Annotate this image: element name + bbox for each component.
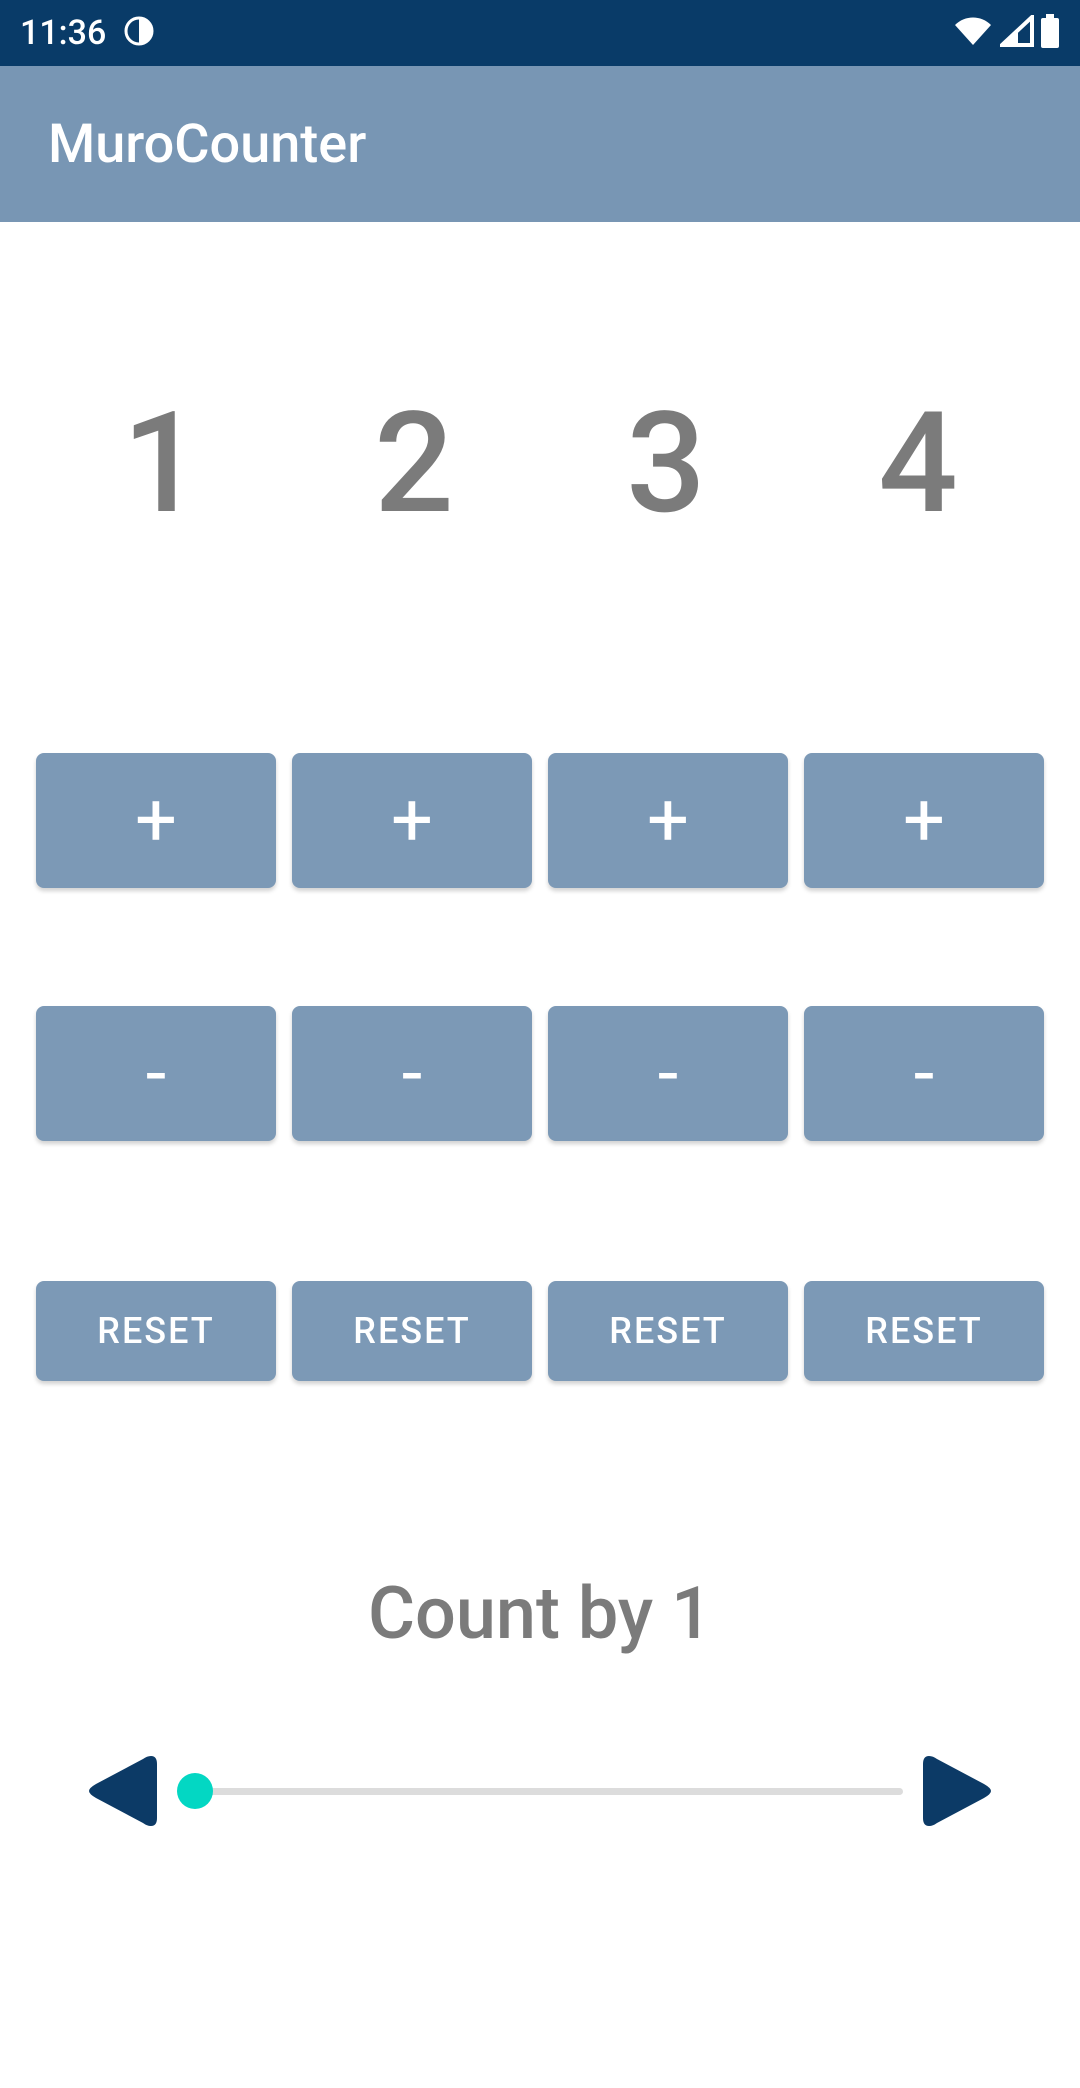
counter-value-3: 3 <box>540 382 792 546</box>
reset-button-1[interactable]: RESET <box>36 1281 276 1381</box>
plus-button-3[interactable]: + <box>548 753 788 888</box>
reset-button-3[interactable]: RESET <box>548 1281 788 1381</box>
reset-button-4[interactable]: RESET <box>804 1281 1044 1381</box>
status-time: 11:36 <box>20 13 106 53</box>
cell-signal-icon <box>1000 15 1034 51</box>
minus-row: - - - - <box>36 1006 1044 1141</box>
slider-decrease-button[interactable] <box>81 1746 161 1836</box>
minus-button-3[interactable]: - <box>548 1006 788 1141</box>
plus-row: + + + + <box>36 753 1044 888</box>
minus-button-2[interactable]: - <box>292 1006 532 1141</box>
reset-button-2[interactable]: RESET <box>292 1281 532 1381</box>
count-by-slider-row <box>36 1746 1044 1836</box>
status-bar: 11:36 <box>0 0 1080 66</box>
slider-track-line <box>177 1788 903 1795</box>
triangle-left-icon <box>81 1746 161 1836</box>
app-bar: MuroCounter <box>0 66 1080 222</box>
triangle-right-icon <box>919 1746 999 1836</box>
plus-button-1[interactable]: + <box>36 753 276 888</box>
counter-value-2: 2 <box>288 382 540 546</box>
wifi-icon <box>952 15 994 51</box>
battery-icon <box>1040 14 1060 52</box>
plus-button-2[interactable]: + <box>292 753 532 888</box>
app-title: MuroCounter <box>48 113 366 176</box>
counter-value-4: 4 <box>792 382 1044 546</box>
counter-values-row: 1 2 3 4 <box>36 222 1044 566</box>
count-by-label: Count by 1 <box>36 1571 1044 1656</box>
plus-button-4[interactable]: + <box>804 753 1044 888</box>
app-status-icon <box>124 16 154 50</box>
reset-row: RESET RESET RESET RESET <box>36 1281 1044 1381</box>
minus-button-4[interactable]: - <box>804 1006 1044 1141</box>
slider-increase-button[interactable] <box>919 1746 999 1836</box>
minus-button-1[interactable]: - <box>36 1006 276 1141</box>
counter-value-1: 1 <box>36 382 288 546</box>
slider-thumb[interactable] <box>177 1773 213 1809</box>
count-by-slider[interactable] <box>177 1771 903 1811</box>
